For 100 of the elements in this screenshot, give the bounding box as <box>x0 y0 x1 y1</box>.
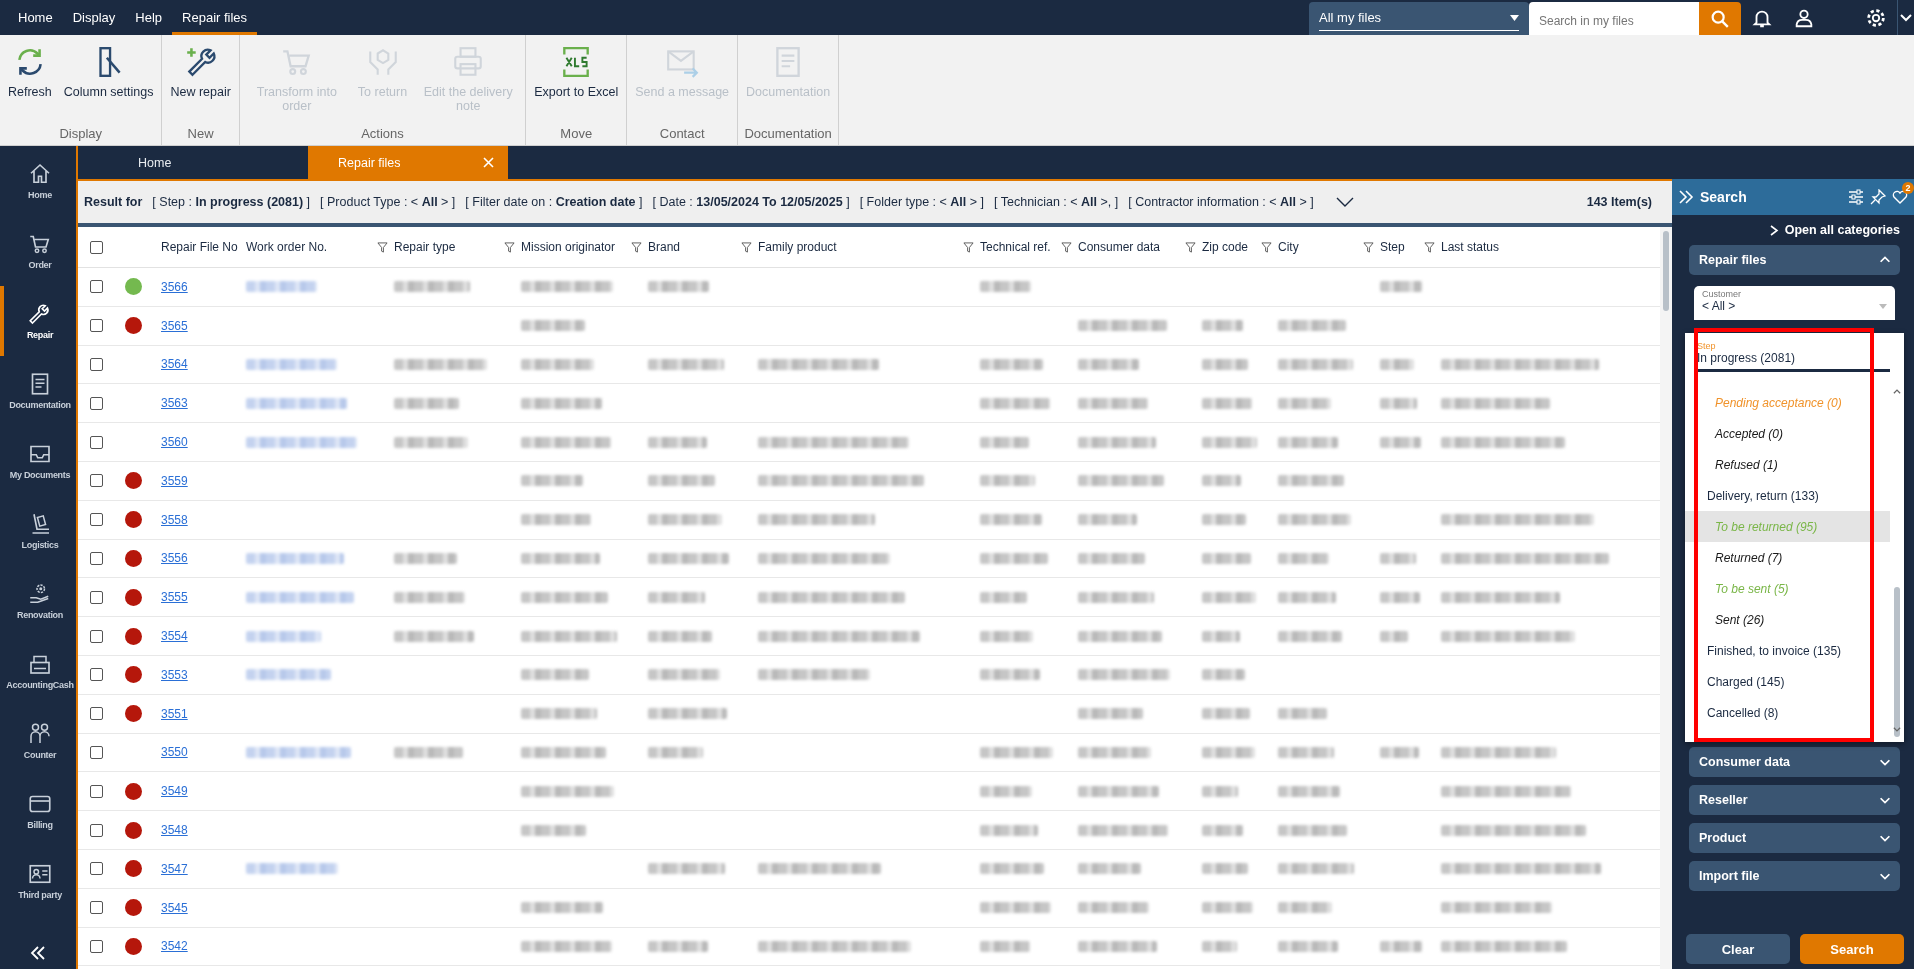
checkbox[interactable] <box>90 862 103 876</box>
sidebar-item[interactable]: AccountingCash <box>0 636 76 706</box>
filter-icon[interactable] <box>1424 241 1435 253</box>
column-header[interactable]: Consumer data <box>1078 240 1161 254</box>
file-number-link[interactable]: 3559 <box>161 473 188 488</box>
filter-icon[interactable] <box>377 241 388 253</box>
dropdown-option[interactable]: Delivery, return (133) <box>1685 480 1890 511</box>
file-number-link[interactable]: 3554 <box>161 629 188 644</box>
checkbox[interactable] <box>90 901 103 915</box>
open-all-link[interactable]: Open all categories <box>1769 215 1914 245</box>
dropdown-option[interactable]: Returned (7) <box>1685 542 1890 573</box>
sidebar-item[interactable]: Order <box>0 216 76 286</box>
scope-dropdown[interactable]: All my files <box>1309 2 1529 35</box>
tab[interactable]: Home <box>108 146 308 179</box>
file-number-link[interactable]: 3553 <box>161 667 188 682</box>
sidebar-item[interactable]: Billing <box>0 776 76 846</box>
menu-item[interactable]: Display <box>62 0 126 35</box>
category-header[interactable]: Consumer data <box>1689 747 1900 777</box>
ribbon-button[interactable]: Column settings <box>57 39 160 124</box>
checkbox[interactable] <box>90 590 103 604</box>
filter-icon[interactable] <box>1185 241 1196 253</box>
checkbox[interactable] <box>90 240 103 254</box>
category-header[interactable]: Repair files <box>1689 245 1900 275</box>
step-field[interactable]: Step In progress (2081) <box>1697 333 1890 372</box>
expand-icon[interactable] <box>1335 196 1354 208</box>
menu-item[interactable]: Help <box>125 0 173 35</box>
checkbox[interactable] <box>90 823 103 837</box>
ribbon-button[interactable]: Export to Excel <box>528 39 625 124</box>
file-number-link[interactable]: 3555 <box>161 590 188 605</box>
scroll-up-icon[interactable] <box>1892 387 1902 397</box>
double-chevron-icon[interactable] <box>1678 189 1694 205</box>
heart-icon[interactable] <box>1892 189 1908 205</box>
file-number-link[interactable]: 3560 <box>161 435 188 450</box>
file-number-link[interactable]: 3565 <box>161 318 188 333</box>
category-header[interactable]: Reseller <box>1689 785 1900 815</box>
file-number-link[interactable]: 3566 <box>161 279 188 294</box>
category-header[interactable]: Import file <box>1689 861 1900 891</box>
filter-icon[interactable] <box>741 241 752 253</box>
column-header[interactable]: City <box>1278 240 1299 254</box>
file-number-link[interactable]: 3549 <box>161 784 188 799</box>
clear-button[interactable]: Clear <box>1686 934 1790 964</box>
checkbox[interactable] <box>90 474 103 488</box>
checkbox[interactable] <box>90 358 103 371</box>
file-number-link[interactable]: 3545 <box>161 900 188 915</box>
file-number-link[interactable]: 3547 <box>161 861 188 876</box>
column-header[interactable]: Family product <box>758 240 837 254</box>
column-header[interactable]: Mission originator <box>521 240 616 254</box>
scrollbar[interactable] <box>1660 227 1672 969</box>
ribbon-button[interactable]: Refresh <box>2 39 58 124</box>
filter-icon[interactable] <box>963 241 974 253</box>
file-number-link[interactable]: 3551 <box>161 706 188 721</box>
checkbox[interactable] <box>90 707 103 721</box>
sidebar-item[interactable]: Home <box>0 146 76 216</box>
file-number-link[interactable]: 3558 <box>161 512 188 527</box>
column-header[interactable]: Technical ref. <box>980 240 1051 254</box>
customer-field[interactable]: Customer < All > <box>1694 286 1895 320</box>
dropdown-option[interactable]: Charged (145) <box>1685 666 1890 697</box>
sidebar-item[interactable]: My Documents <box>0 426 76 496</box>
sliders-icon[interactable] <box>1848 189 1864 205</box>
sidebar-item[interactable]: Renovation <box>0 566 76 636</box>
checkbox[interactable] <box>90 435 103 449</box>
file-number-link[interactable]: 3550 <box>161 745 188 760</box>
dropdown-option[interactable]: Sent (26) <box>1685 604 1890 635</box>
checkbox[interactable] <box>90 668 103 682</box>
dropdown-option[interactable]: Refused (1) <box>1685 449 1890 480</box>
column-header[interactable]: Repair File No <box>161 240 238 254</box>
sidebar-item[interactable]: Counter <box>0 706 76 776</box>
menu-item[interactable]: Home <box>8 0 63 35</box>
settings-icon[interactable] <box>1865 6 1887 29</box>
column-header[interactable]: Step <box>1380 240 1405 254</box>
checkbox[interactable] <box>90 396 103 410</box>
filter-icon[interactable] <box>1061 241 1072 253</box>
checkbox[interactable] <box>90 745 103 759</box>
file-number-link[interactable]: 3564 <box>161 357 188 372</box>
checkbox[interactable] <box>90 513 103 527</box>
close-icon[interactable] <box>483 157 494 168</box>
file-number-link[interactable]: 3556 <box>161 551 188 566</box>
file-number-link[interactable]: 3542 <box>161 939 188 954</box>
dropdown-option[interactable]: Accepted (0) <box>1685 418 1890 449</box>
column-header[interactable]: Work order No. <box>246 240 328 254</box>
dropdown-option[interactable]: Finished, to invoice (135) <box>1685 635 1890 666</box>
sidebar-item[interactable]: Third party <box>0 846 76 916</box>
sidebar-item[interactable]: Documentation <box>0 356 76 426</box>
file-number-link[interactable]: 3548 <box>161 823 188 838</box>
column-header[interactable]: Zip code <box>1202 240 1249 254</box>
checkbox[interactable] <box>90 629 103 643</box>
search-button[interactable] <box>1699 2 1741 35</box>
search-field[interactable]: Search in my files <box>1529 2 1699 35</box>
pin-icon[interactable] <box>1870 189 1886 205</box>
ribbon-button[interactable]: New repair <box>164 39 237 124</box>
column-header[interactable]: Repair type <box>394 240 456 254</box>
dropdown-option[interactable]: Cancelled (8) <box>1685 697 1890 728</box>
checkbox[interactable] <box>90 319 103 333</box>
chevron-down-icon[interactable] <box>1900 13 1912 22</box>
filter-icon[interactable] <box>1363 241 1374 253</box>
filter-icon[interactable] <box>504 241 515 253</box>
filter-icon[interactable] <box>631 241 642 253</box>
file-number-link[interactable]: 3563 <box>161 396 188 411</box>
column-header[interactable]: Last status <box>1441 240 1500 254</box>
sidebar-item[interactable]: Logistics <box>0 496 76 566</box>
